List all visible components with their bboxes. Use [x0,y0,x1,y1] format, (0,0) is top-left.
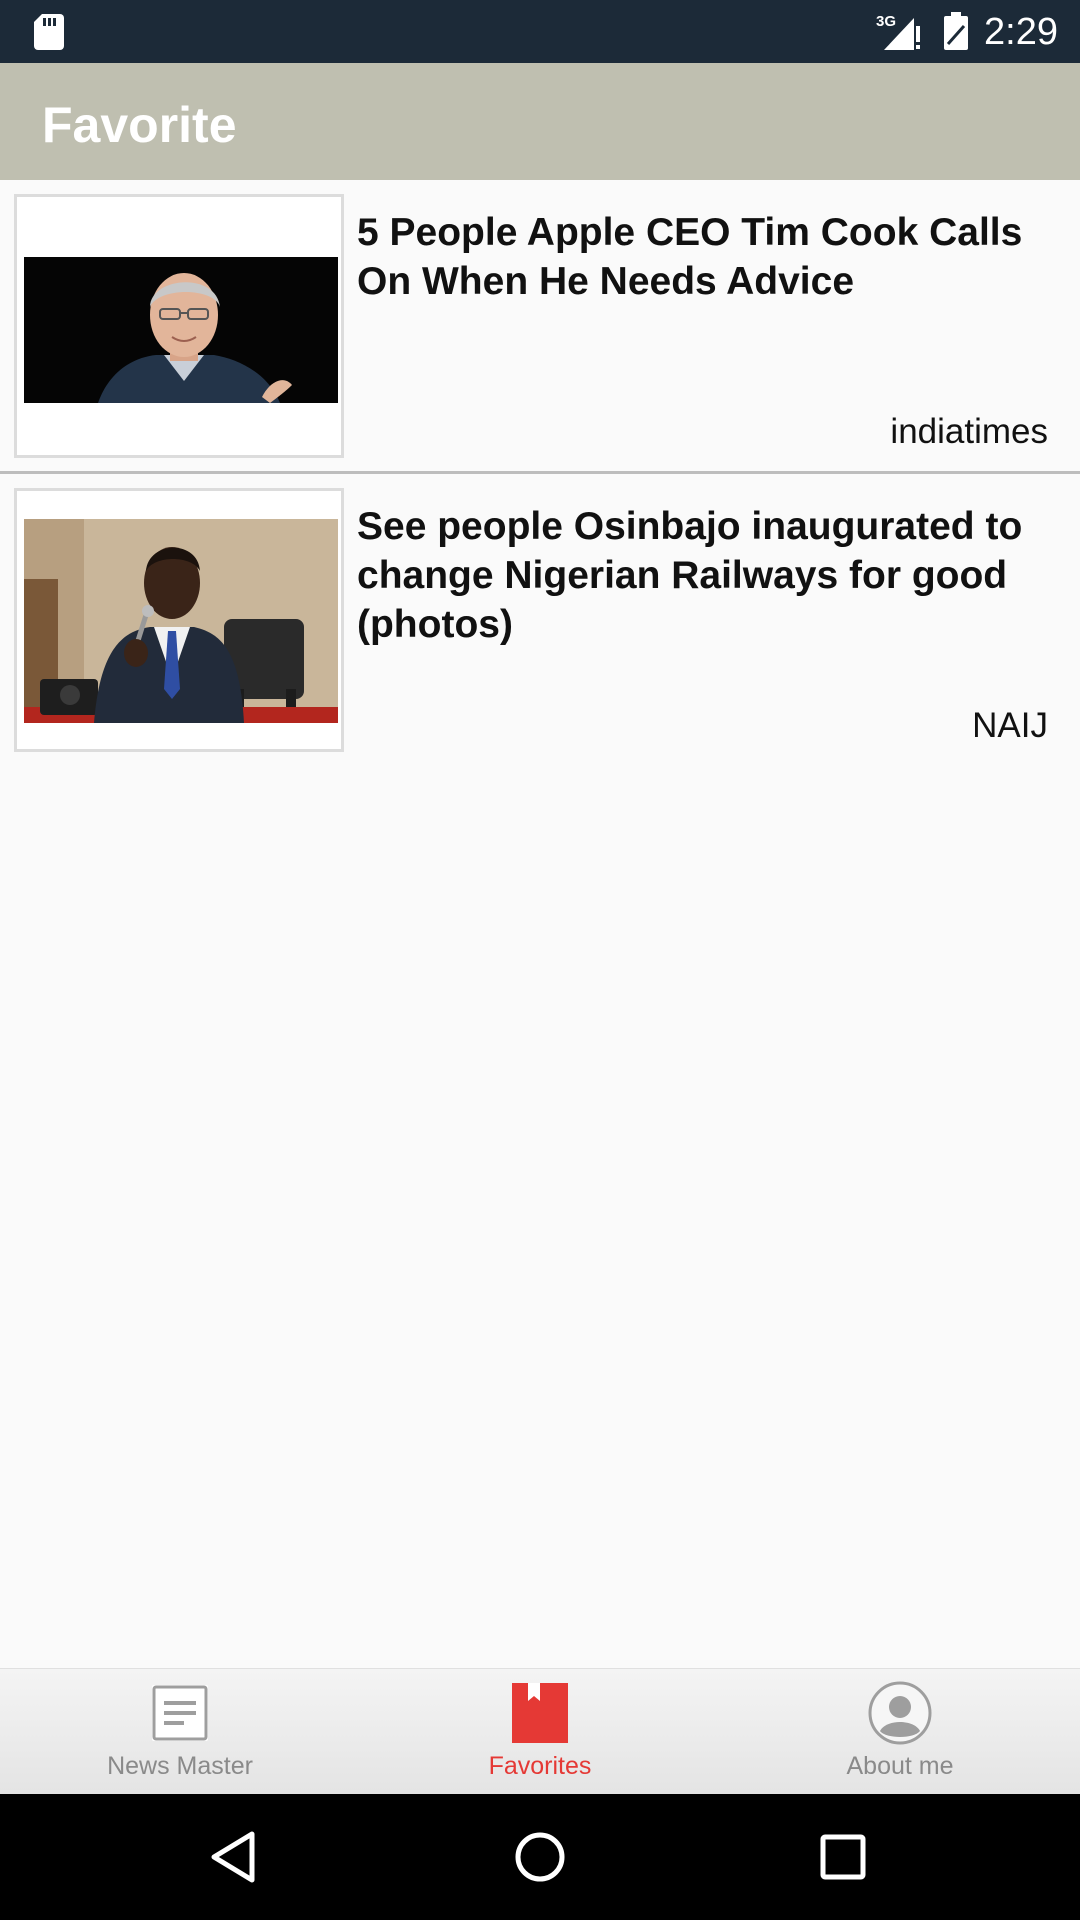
battery-icon [944,12,968,50]
favorites-list: 5 People Apple CEO Tim Cook Calls On Whe… [0,180,1080,768]
news-thumbnail [14,194,344,458]
list-item[interactable]: 5 People Apple CEO Tim Cook Calls On Whe… [0,180,1080,474]
system-navigation-bar [0,1794,1080,1920]
bottom-navigation: News Master Favorites About me [0,1668,1080,1794]
tab-news-master-label: News Master [107,1752,253,1780]
clock: 2:29 [984,11,1058,53]
speaker-with-microphone-photo [24,519,338,723]
back-icon[interactable] [200,1822,270,1892]
news-title: See people Osinbajo inaugurated to chang… [357,505,1023,646]
sd-card-icon [34,14,64,50]
page-title: Favorite [42,97,237,153]
tab-about-me-label: About me [846,1752,954,1780]
news-title: 5 People Apple CEO Tim Cook Calls On Whe… [357,211,1023,303]
portrait-photo-dark-background [24,257,338,403]
tab-about-me[interactable]: About me [720,1669,1080,1795]
status-bar: 3G 2:29 [0,0,1080,63]
tab-news-master[interactable]: News Master [0,1669,360,1795]
signal-icon: 3G [876,13,920,50]
tab-favorites-label: Favorites [488,1752,592,1780]
recents-icon[interactable] [808,1822,878,1892]
news-source: indiatimes [890,412,1048,451]
news-source: NAIJ [972,706,1048,745]
list-item[interactable]: See people Osinbajo inaugurated to chang… [0,474,1080,768]
network-type-label: 3G [876,13,896,30]
tab-favorites[interactable]: Favorites [360,1669,720,1795]
news-list-icon [152,1685,208,1741]
app-bar: Favorite [0,63,1080,180]
profile-icon [868,1681,932,1745]
home-icon[interactable] [505,1822,575,1892]
news-thumbnail [14,488,344,752]
bookmark-icon [512,1683,568,1743]
